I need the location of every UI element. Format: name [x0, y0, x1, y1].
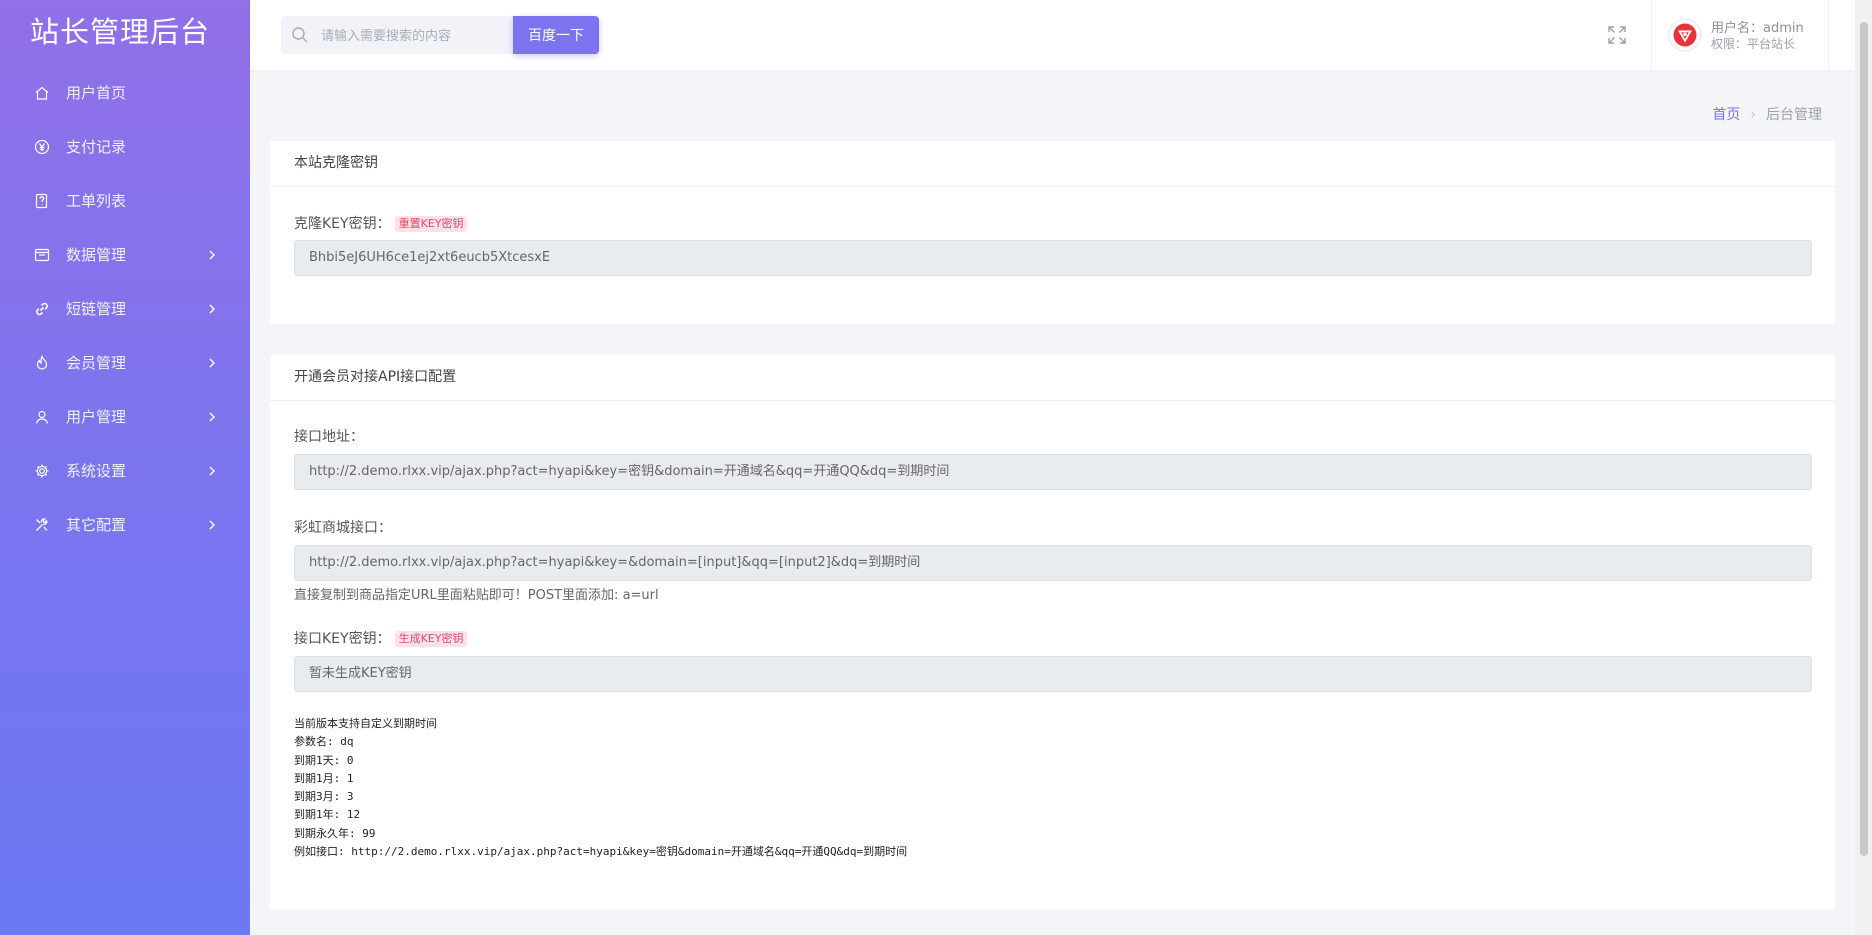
- window-icon: [33, 228, 51, 282]
- clone-key-field[interactable]: Bhbi5eJ6UH6ce1ej2xt6eucb5XtcesxE: [294, 240, 1812, 276]
- breadcrumb-home[interactable]: 首页: [1712, 107, 1740, 123]
- user-panel[interactable]: 用户名：admin 权限：平台站长: [1651, 0, 1829, 70]
- chevron-right-icon: ›: [1750, 107, 1756, 123]
- api-usage-notes: 当前版本支持自定义到期时间 参数名: dq 到期1天: 0 到期1月: 1 到期…: [294, 717, 908, 859]
- breadcrumb: 首页 › 后台管理: [1712, 104, 1822, 124]
- scrollbar-thumb[interactable]: [1860, 22, 1868, 856]
- user-icon: [33, 390, 51, 444]
- clone-key-label-text: 克隆KEY密钥：: [294, 216, 391, 232]
- sidebar-item-tickets[interactable]: 工单列表: [0, 174, 250, 228]
- breadcrumb-current: 后台管理: [1766, 107, 1822, 123]
- clone-key-label: 克隆KEY密钥： 重置KEY密钥: [294, 213, 468, 233]
- topbar: 百度一下 用户名：admin 权限：平台站长: [250, 0, 1872, 70]
- sidebar-item-label: 用户首页: [66, 84, 127, 102]
- clone-key-card: 本站克隆密钥 克隆KEY密钥： 重置KEY密钥 Bhbi5eJ6UH6ce1ej2…: [270, 141, 1835, 324]
- sidebar-item-label: 数据管理: [66, 246, 127, 264]
- sidebar-item-users[interactable]: 用户管理: [0, 390, 250, 444]
- sidebar-item-home[interactable]: 用户首页: [0, 66, 250, 120]
- sidebar-item-data[interactable]: 数据管理: [0, 228, 250, 282]
- flame-icon: [33, 336, 51, 390]
- tools-icon: [33, 498, 51, 552]
- api-key-field[interactable]: 暂未生成KEY密钥: [294, 656, 1812, 692]
- reset-key-button[interactable]: 重置KEY密钥: [394, 216, 468, 232]
- card-title: 本站克隆密钥: [270, 141, 1835, 187]
- search-input[interactable]: [319, 16, 513, 56]
- chevron-right-icon: [208, 336, 216, 390]
- api-key-label-text: 接口KEY密钥：: [294, 631, 391, 647]
- sidebar-item-label: 会员管理: [66, 354, 127, 372]
- sidebar-item-label: 短链管理: [66, 300, 127, 318]
- fullscreen-icon[interactable]: [1606, 24, 1628, 46]
- ticket-icon: [33, 174, 51, 228]
- chevron-right-icon: [208, 444, 216, 498]
- generate-key-button[interactable]: 生成KEY密钥: [394, 631, 468, 647]
- rainbow-api-field[interactable]: http://2.demo.rlxx.vip/ajax.php?act=hyap…: [294, 545, 1812, 581]
- sidebar-item-settings[interactable]: 系统设置: [0, 444, 250, 498]
- api-address-field[interactable]: http://2.demo.rlxx.vip/ajax.php?act=hyap…: [294, 454, 1812, 490]
- sidebar-item-label: 系统设置: [66, 462, 127, 480]
- api-config-card: 开通会员对接API接口配置 接口地址： http://2.demo.rlxx.v…: [270, 355, 1835, 910]
- rainbow-api-label: 彩虹商城接口：: [294, 520, 392, 536]
- search-box: [281, 16, 513, 56]
- api-address-label: 接口地址：: [294, 429, 364, 445]
- rainbow-api-hint: 直接复制到商品指定URL里面粘贴即可！POST里面添加: a=url: [294, 588, 659, 603]
- yen-icon: [33, 120, 51, 174]
- sidebar-item-label: 支付记录: [66, 138, 127, 156]
- gear-icon: [33, 444, 51, 498]
- sidebar-item-payments[interactable]: 支付记录: [0, 120, 250, 174]
- sidebar-item-other[interactable]: 其它配置: [0, 498, 250, 552]
- chevron-right-icon: [208, 390, 216, 444]
- search-icon: [291, 26, 309, 48]
- api-key-label: 接口KEY密钥： 生成KEY密钥: [294, 628, 468, 648]
- link-icon: [33, 282, 51, 336]
- sidebar: 站长管理后台 用户首页 支付记录 工单列表 数据管理 短链管理 会员管理 用户管…: [0, 0, 250, 935]
- page-scrollbar[interactable]: [1855, 0, 1872, 935]
- sidebar-item-label: 用户管理: [66, 408, 127, 426]
- sidebar-item-shortlink[interactable]: 短链管理: [0, 282, 250, 336]
- brand-title: 站长管理后台: [30, 15, 211, 49]
- home-icon: [33, 66, 51, 120]
- chevron-right-icon: [208, 282, 216, 336]
- avatar[interactable]: [1668, 18, 1702, 52]
- sidebar-item-label: 其它配置: [66, 516, 127, 534]
- card-title: 开通会员对接API接口配置: [270, 355, 1835, 401]
- chevron-right-icon: [208, 228, 216, 282]
- chevron-right-icon: [208, 498, 216, 552]
- sidebar-item-label: 工单列表: [66, 192, 127, 210]
- sidebar-nav: 用户首页 支付记录 工单列表 数据管理 短链管理 会员管理 用户管理 系统设置 …: [0, 66, 250, 552]
- user-name: 用户名：admin: [1711, 21, 1804, 36]
- user-role: 权限：平台站长: [1711, 37, 1796, 51]
- search-button[interactable]: 百度一下: [513, 16, 599, 54]
- sidebar-item-members[interactable]: 会员管理: [0, 336, 250, 390]
